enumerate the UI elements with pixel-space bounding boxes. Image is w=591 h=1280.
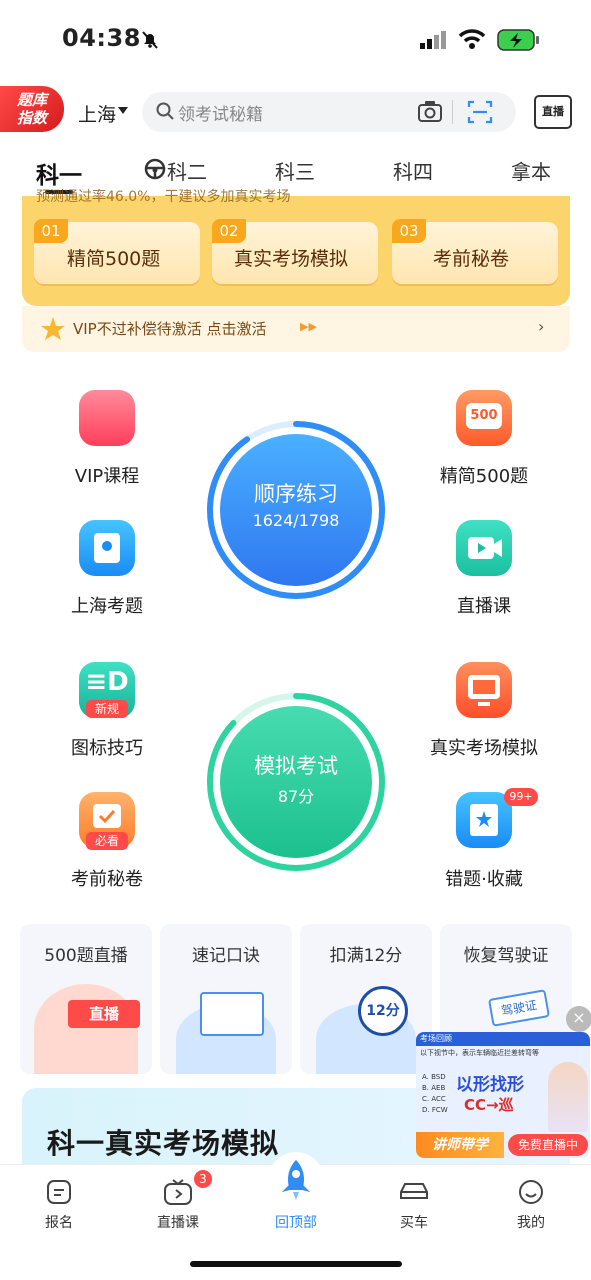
live-tag: 讲师带学: [416, 1132, 504, 1158]
feature-title-500-live: 500题直播: [44, 946, 128, 966]
live-cta[interactable]: 免费直播中: [508, 1134, 588, 1156]
live-sign: 直播: [68, 1000, 140, 1028]
live-options: A. BSD B. AEB C. ACC D. FCW: [422, 1072, 448, 1116]
chevron-right-icon: ›: [538, 317, 545, 336]
badge-line-1: 题库: [16, 91, 47, 109]
tab-ke3[interactable]: 科三: [275, 156, 315, 185]
live-option: B. AEB: [422, 1084, 446, 1092]
shanghai-questions-label[interactable]: 上海考题: [42, 592, 172, 618]
jingjian-500-icon-text: 500: [466, 403, 502, 429]
close-icon[interactable]: ×: [566, 1006, 591, 1032]
star-icon: [41, 317, 65, 340]
real-exam-sim-label[interactable]: 真实考场模拟: [419, 734, 549, 760]
mute-bell-icon: [142, 31, 158, 49]
car-icon[interactable]: [398, 1180, 430, 1204]
nav-back-to-top-label[interactable]: 回顶部: [261, 1212, 331, 1232]
12-points-clock: 12分: [358, 986, 408, 1036]
pre-exam-secret-label[interactable]: 考前秘卷: [42, 865, 172, 891]
pass-rate-tip: 预测通过率46.0%，干建议多加真实考场: [36, 189, 291, 205]
cellular-signal-icon: [420, 31, 446, 49]
live-formula: CC→巡: [464, 1096, 514, 1114]
vip-compensation-text: VIP不过补偿待激活 点击激活: [73, 320, 267, 338]
monitor-icon: [468, 675, 500, 706]
live-question: 以下视节中，表示车辆临近拦差转弯等: [420, 1049, 539, 1057]
wifi-icon: [458, 29, 486, 49]
register-icon[interactable]: [45, 1178, 73, 1206]
license-card: 驾驶证: [488, 989, 550, 1027]
promo-label-mijuan: 考前秘卷: [433, 248, 510, 270]
feature-title-restore-license: 恢复驾驶证: [463, 946, 549, 966]
live-option: C. ACC: [422, 1095, 446, 1103]
status-time: 04:38: [62, 24, 141, 52]
bookmark-star-icon: [470, 804, 498, 836]
city-caret-icon: [118, 107, 128, 114]
live-class-icon[interactable]: [456, 520, 512, 576]
live-headline: 以形找形: [456, 1075, 524, 1095]
live-option: A. BSD: [422, 1073, 446, 1081]
wrong-count-badge: 99+: [504, 788, 538, 806]
scan-icon[interactable]: [467, 99, 493, 125]
tab-ke1[interactable]: 科一: [36, 156, 82, 190]
search-icon: [156, 102, 174, 120]
promo-label-jingjian: 精简500题: [67, 248, 161, 270]
icon-tips-label[interactable]: 图标技巧: [42, 734, 172, 760]
question-bank-index-badge[interactable]: 题库 指数: [0, 86, 64, 132]
map-pin-icon: [94, 533, 120, 563]
new-rules-badge: 新规: [86, 700, 128, 718]
live-header: 考场回顾: [416, 1032, 590, 1046]
home-indicator: [190, 1261, 402, 1267]
shanghai-questions-icon[interactable]: [79, 520, 135, 576]
vip-course-label[interactable]: VIP课程: [42, 462, 172, 488]
double-arrow-icon: ▶▶: [300, 320, 317, 333]
practice-progress-ring: [207, 421, 385, 599]
promo-badge-02: 02: [212, 219, 246, 243]
promo-label-zhenshi: 真实考场模拟: [234, 248, 349, 270]
promo-badge-01: 01: [34, 219, 68, 243]
must-see-badge: 必看: [86, 832, 128, 850]
vip-course-icon[interactable]: [79, 390, 135, 446]
real-exam-banner-title: 科一真实考场模拟: [47, 1127, 280, 1160]
exam-score-ring: [207, 693, 385, 871]
search-placeholder: 领考试秘籍: [178, 105, 263, 125]
practice-progress-text: 1624/1798: [252, 511, 340, 530]
practice-title[interactable]: 顺序练习: [211, 478, 381, 508]
exam-score-text: 87分: [277, 787, 315, 806]
board-icon: [200, 992, 264, 1036]
wrong-questions-label[interactable]: 错题·收藏: [419, 865, 549, 891]
live-class-label[interactable]: 直播课: [419, 592, 549, 618]
exam-title[interactable]: 模拟考试: [211, 750, 381, 780]
profile-icon[interactable]: [517, 1178, 545, 1206]
camera-icon[interactable]: [417, 99, 443, 123]
tv-icon[interactable]: [163, 1178, 193, 1206]
rocket-icon: [282, 1160, 310, 1200]
floating-live-video[interactable]: 考场回顾 以下视节中，表示车辆临近拦差转弯等 A. BSD B. AEB C. …: [416, 1032, 590, 1158]
wrong-questions-icon[interactable]: [456, 792, 512, 848]
tab-ke2[interactable]: 科二: [167, 156, 207, 185]
live-count-badge: 3: [194, 1170, 212, 1188]
tab-ke4[interactable]: 科四: [393, 156, 433, 185]
battery-charging-icon: [497, 29, 539, 51]
real-exam-sim-icon[interactable]: [456, 662, 512, 718]
feature-title-12-points: 扣满12分: [329, 946, 403, 966]
steering-wheel-icon: [144, 158, 166, 180]
live-tv-button[interactable]: 直播: [534, 95, 572, 129]
jingjian-500-icon[interactable]: 500: [456, 390, 512, 446]
nav-live-label[interactable]: 直播课: [143, 1212, 213, 1232]
nav-profile-label[interactable]: 我的: [496, 1212, 566, 1232]
tab-naben[interactable]: 拿本: [511, 156, 551, 185]
nav-buy-car-label[interactable]: 买车: [379, 1212, 449, 1232]
feature-illustration-bg: [34, 984, 138, 1074]
jingjian-500-label[interactable]: 精简500题: [419, 462, 549, 488]
search-divider: [452, 100, 453, 124]
badge-line-2: 指数: [16, 109, 47, 127]
teacher-portrait: [548, 1062, 588, 1132]
video-camera-icon: [468, 537, 502, 559]
back-to-top-bubble[interactable]: [268, 1152, 324, 1208]
promo-badge-03: 03: [392, 219, 426, 243]
live-option: D. FCW: [422, 1106, 448, 1114]
feature-title-mnemonics: 速记口诀: [192, 946, 260, 966]
nav-register-label[interactable]: 报名: [24, 1212, 94, 1232]
city-selector[interactable]: 上海: [78, 100, 116, 127]
